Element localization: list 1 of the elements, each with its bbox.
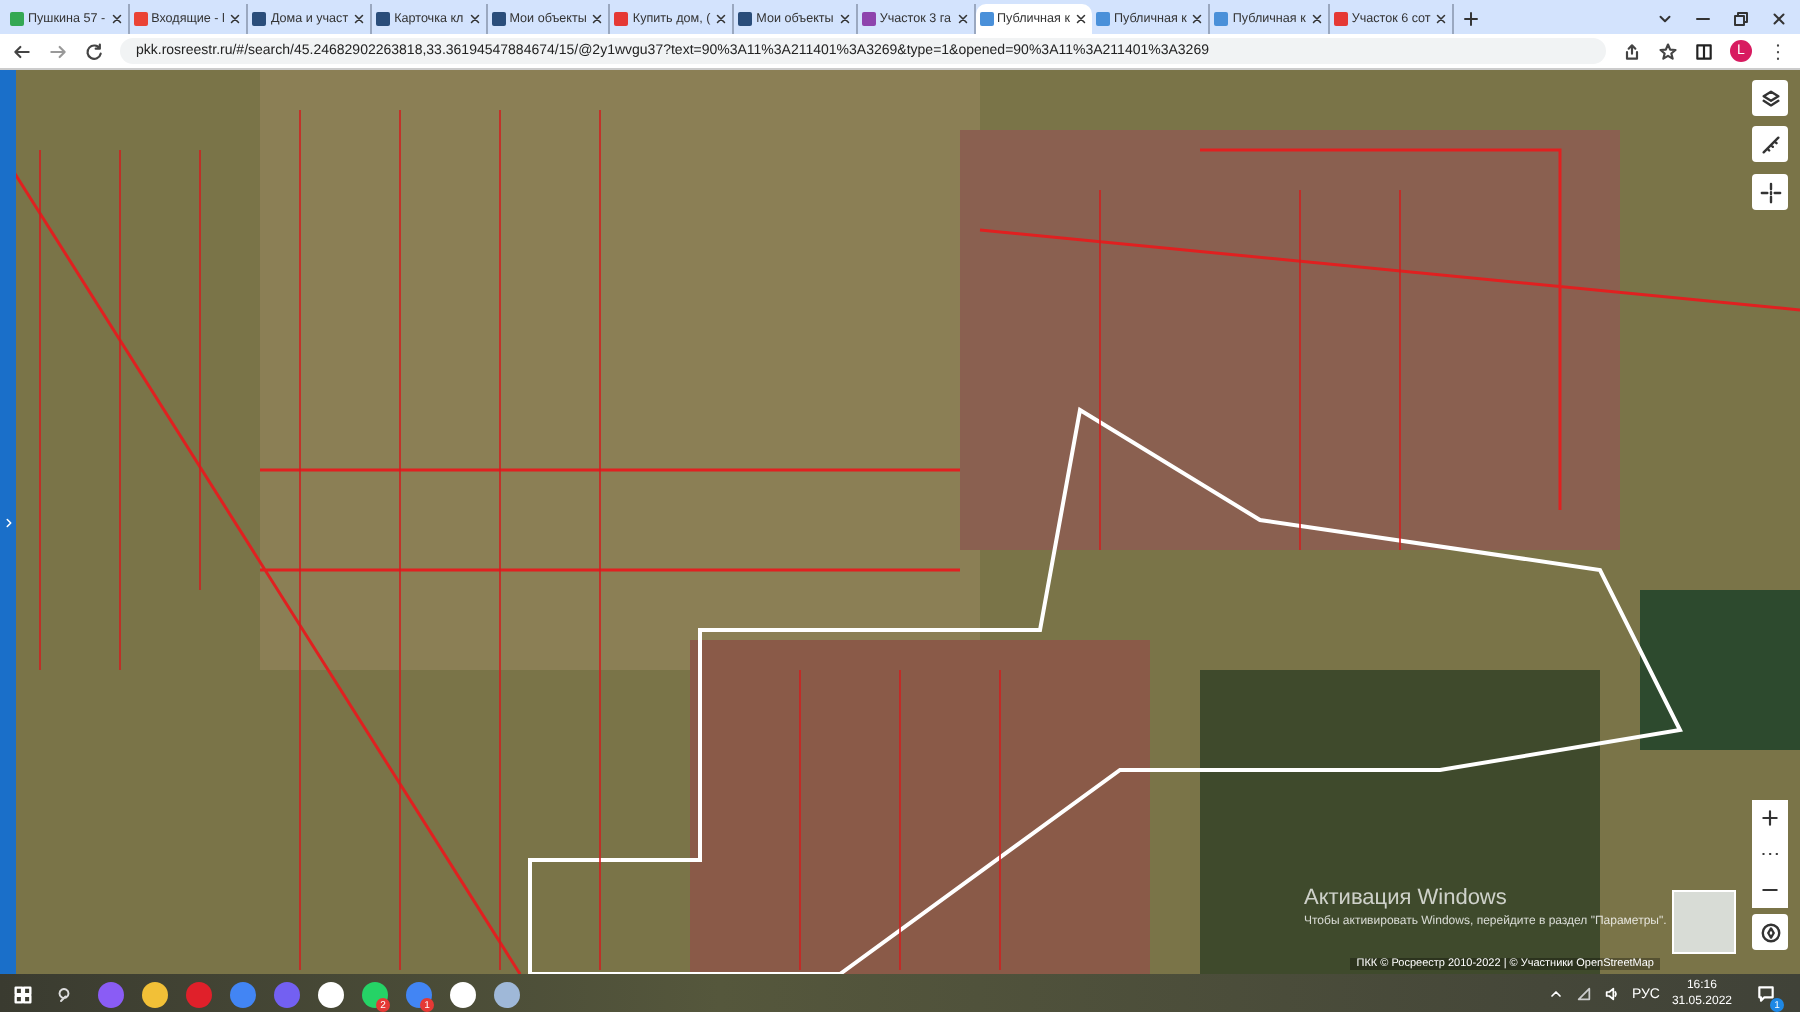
activation-title: Активация Windows [1304,886,1507,910]
